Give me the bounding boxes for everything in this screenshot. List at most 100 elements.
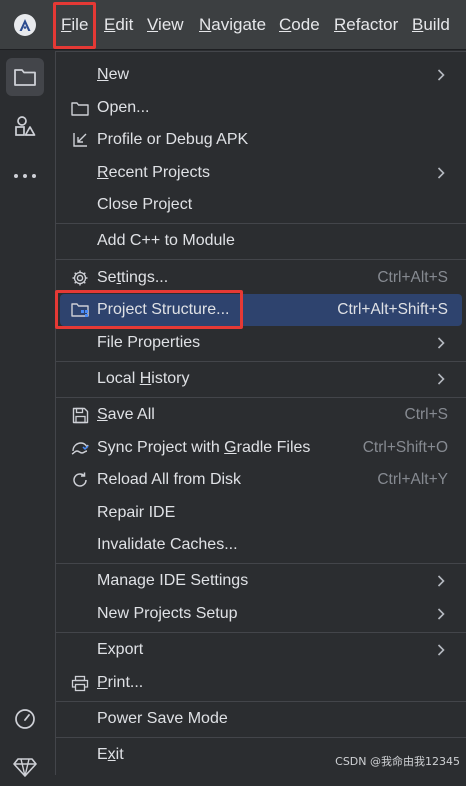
folder-icon [14,69,36,86]
menu-item-sync-gradle[interactable]: Sync Project with Gradle Files Ctrl+Shif… [60,432,462,464]
settings-text-b: tings... [121,269,169,286]
menu-item-exit-label: Exit [97,746,124,764]
menu-item-new-setup-label: New Projects Setup [97,605,238,622]
menu-item-power-save-mode[interactable]: Power Save Mode [60,703,462,735]
menu-item-file-properties-label: File Properties [97,334,201,351]
menu-item-export-label: Export [97,641,144,658]
more-dots-icon [14,174,36,178]
menu-item-invalidate-caches[interactable]: Invalidate Caches... [60,529,462,561]
menu-separator [56,563,466,564]
menu-item-repair-label: Repair IDE [97,504,176,521]
menu-separator [56,737,466,738]
menu-item-print-label: Print... [97,674,143,692]
submenu-arrow-icon [434,336,448,350]
menu-edit[interactable]: Edit [104,0,133,50]
project-tool-button[interactable] [6,58,44,96]
more-tools-button[interactable] [6,157,44,195]
menu-view-mnemonic: V [147,15,159,34]
menu-item-close-project[interactable]: Close Project [60,189,462,221]
menu-item-add-cpp[interactable]: Add C++ to Module [60,225,462,257]
project-structure-shortcut: Ctrl+Alt+Shift+S [337,301,448,318]
submenu-arrow-icon [434,372,448,386]
menu-item-manage-ide-settings[interactable]: Manage IDE Settings [60,565,462,597]
shapes-icon [15,116,36,136]
menu-item-export[interactable]: Export [60,634,462,666]
menu-navigate-mnemonic: N [199,15,212,34]
menu-item-reload-all[interactable]: Reload All from Disk Ctrl+Alt+Y [60,464,462,496]
menu-view[interactable]: View [147,0,184,50]
menu-code-label: ode [291,15,320,34]
menu-edit-label: dit [115,15,134,34]
submenu-arrow-icon [434,574,448,588]
exit-text-a: E [97,746,108,763]
submenu-arrow-icon [434,643,448,657]
submenu-arrow-icon [434,607,448,621]
local-history-text-b: istory [151,370,190,387]
menu-item-profile-label: Profile or Debug APK [97,131,249,148]
file-menu-dropdown: New Open... Profile or Debug APK Recent … [55,51,466,775]
local-history-mnemonic: H [139,370,152,387]
menu-item-local-history[interactable]: Local History [60,363,462,395]
save-all-mnemonic: S [97,406,108,423]
menu-item-recent-projects[interactable]: Recent Projects [60,157,462,189]
menu-navigate-label: avigate [211,15,267,34]
menu-item-close-label: Close Project [97,196,193,213]
refresh-icon [70,470,90,490]
menu-build[interactable]: Build [412,0,450,50]
settings-text-a: Se [97,269,117,286]
left-toolbar [0,50,54,777]
menubar: File Edit View Navigate Code Refactor Bu… [0,0,466,50]
gradle-sync-icon [70,438,90,458]
reload-shortcut: Ctrl+Alt+Y [377,471,448,488]
recent-text: ecent Projects [108,164,210,181]
menu-item-file-properties[interactable]: File Properties [60,327,462,359]
printer-icon [70,673,90,693]
menu-item-local-history-label: Local History [97,370,190,388]
profiler-button[interactable] [6,699,44,737]
recent-mnemonic: R [97,164,109,181]
menu-file[interactable]: File [61,0,88,50]
menu-item-profile-debug-apk[interactable]: Profile or Debug APK [60,124,462,156]
menu-item-print[interactable]: Print... [60,667,462,699]
menu-item-settings[interactable]: Settings... Ctrl+Alt+S [60,262,462,294]
menu-edit-mnemonic: E [104,15,116,34]
gemini-button[interactable] [6,748,44,786]
menu-item-recent-label: Recent Projects [97,164,210,182]
print-mnemonic: P [97,674,108,691]
submenu-arrow-icon [434,166,448,180]
menu-navigate[interactable]: Navigate [199,0,266,50]
menu-item-new-projects-setup[interactable]: New Projects Setup [60,598,462,630]
menu-item-power-label: Power Save Mode [97,710,228,727]
menu-refactor-label: efactor [346,15,399,34]
sync-text-a: Sync Project with [97,439,225,456]
menu-item-open[interactable]: Open... [60,92,462,124]
local-history-text-a: Local [97,370,140,387]
android-studio-logo-icon[interactable] [14,14,36,36]
menu-separator [56,361,466,362]
menu-file-label: ile [71,15,89,34]
menu-item-repair-ide[interactable]: Repair IDE [60,497,462,529]
watermark-text: CSDN @我命由我12345 [335,755,460,768]
menu-item-save-all[interactable]: Save All Ctrl+S [60,399,462,431]
save-icon [70,405,90,425]
new-text: ew [108,66,130,83]
menu-item-reload-label: Reload All from Disk [97,471,242,488]
menu-file-mnemonic: F [61,15,72,34]
gauge-icon [15,709,35,729]
menu-item-project-structure-label: Project Structure... [97,301,230,318]
menu-item-add-cpp-label: Add C++ to Module [97,232,235,249]
menu-view-label: iew [158,15,184,34]
menu-item-new[interactable]: New [60,59,462,91]
settings-shortcut: Ctrl+Alt+S [377,269,448,286]
menu-item-invalidate-label: Invalidate Caches... [97,536,238,553]
menu-refactor[interactable]: Refactor [334,0,398,50]
menu-separator [56,259,466,260]
menu-code[interactable]: Code [279,0,320,50]
menu-item-project-structure[interactable]: Project Structure... Ctrl+Alt+Shift+S [60,294,462,326]
new-mnemonic: N [97,66,109,83]
exit-mnemonic: x [107,746,116,763]
print-text: rint... [107,674,144,691]
gear-icon [70,268,90,288]
resource-manager-button[interactable] [6,107,44,145]
folder-icon [70,98,90,118]
